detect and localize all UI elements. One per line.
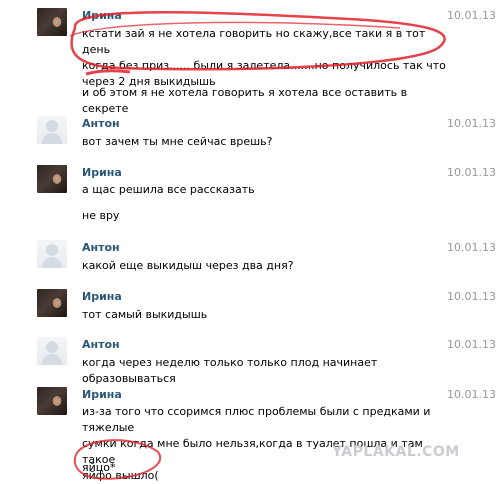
message-text: какой еще выкидыш через два дня? <box>82 259 294 272</box>
message-text: яйцо* <box>82 461 116 474</box>
author-name[interactable]: Антон <box>82 117 120 130</box>
message-date: 10.01.13 <box>447 9 496 22</box>
avatar-anton[interactable] <box>37 337 67 365</box>
message-text: вот зачем ты мне сейчас врешь? <box>82 135 273 148</box>
message-text: а щас решила все рассказать <box>82 183 255 196</box>
message-date: 10.01.13 <box>447 388 496 401</box>
author-name[interactable]: Ирина <box>82 9 122 22</box>
avatar-anton[interactable] <box>37 240 67 268</box>
author-name[interactable]: Ирина <box>82 290 122 303</box>
avatar-anton[interactable] <box>37 116 67 144</box>
message-text: тот самый выкидышь <box>82 308 208 321</box>
avatar-irina[interactable] <box>37 165 67 193</box>
message-date: 10.01.13 <box>447 290 496 303</box>
message-line: из-за того что ссоримся плюс проблемы бы… <box>82 405 431 434</box>
avatar-irina[interactable] <box>37 8 67 36</box>
avatar-irina[interactable] <box>37 289 67 317</box>
author-name[interactable]: Антон <box>82 241 120 254</box>
author-name[interactable]: Антон <box>82 338 120 351</box>
message-text: не вру <box>82 209 120 222</box>
message-line: когда без приз...... были я залетела....… <box>82 59 446 72</box>
message-date: 10.01.13 <box>447 241 496 254</box>
message-date: 10.01.13 <box>447 117 496 130</box>
author-name[interactable]: Ирина <box>82 388 122 401</box>
message-date: 10.01.13 <box>447 166 496 179</box>
message-line: кстати зай я не хотела говорить но скажу… <box>82 27 426 56</box>
author-name[interactable]: Ирина <box>82 166 122 179</box>
message-date: 10.01.13 <box>447 338 496 351</box>
message-text: и об этом я не хотела говорить я хотела … <box>82 86 408 115</box>
message-text: кстати зай я не хотела говорить но скажу… <box>82 26 452 90</box>
watermark: YAPLAKAL.COM <box>332 444 460 460</box>
message-text: когда через неделю только только плод на… <box>82 356 378 385</box>
avatar-irina[interactable] <box>37 387 67 415</box>
